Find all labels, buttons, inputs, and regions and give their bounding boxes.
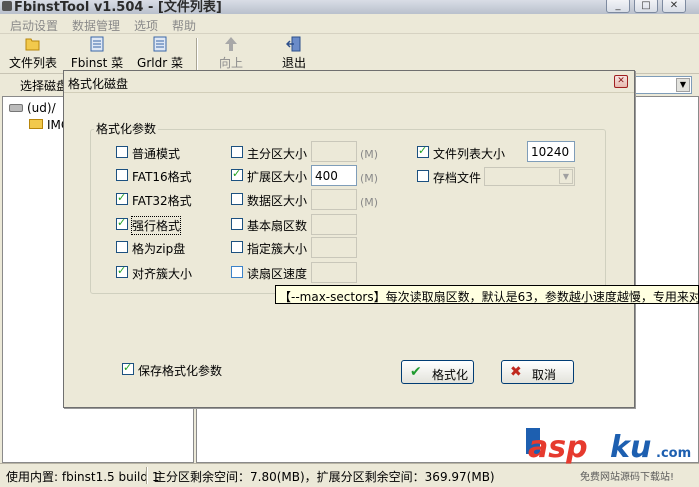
exit-button[interactable]: 退出 [278, 36, 310, 72]
up-label: 向上 [218, 56, 243, 70]
checkbox-box[interactable] [417, 170, 429, 182]
checkbox-box[interactable] [116, 169, 128, 181]
cancel-button-label: 取消 [532, 368, 557, 382]
checkbox-force-format[interactable]: 强行格式 [116, 216, 226, 235]
fbinst-menu-button[interactable]: Fbinst 菜单 [66, 36, 128, 87]
checkbox-box[interactable] [231, 218, 243, 230]
primary-size-field[interactable] [311, 141, 357, 162]
checkbox-box[interactable] [231, 146, 243, 158]
checkbox-box[interactable] [231, 193, 243, 205]
checkbox-box[interactable] [116, 146, 128, 158]
menu-bar: 启动设置 数据管理 选项 帮助 [0, 14, 699, 34]
watermark-subtitle: 免费网站源码下载站! [580, 472, 675, 483]
menu-list-icon [90, 36, 104, 52]
folder-icon [29, 119, 43, 129]
cluster-size-field[interactable] [311, 237, 357, 258]
drive-icon [9, 104, 23, 112]
format-dialog: 格式化磁盘 ✕ 格式化参数 普通模式 FAT16格式 FAT32格式 强行格式 … [63, 70, 635, 408]
status-divider [146, 467, 148, 484]
up-button[interactable]: 向上 [214, 36, 248, 72]
toolbar-separator [196, 38, 198, 70]
window-titlebar: FbinstTool v1.504 - [文件列表] _ □ ✕ [0, 0, 699, 14]
checkbox-box[interactable] [231, 266, 243, 278]
base-sectors-field[interactable] [311, 214, 357, 235]
disk-select[interactable]: ▼ [626, 76, 692, 94]
checkbox-fat16[interactable]: FAT16格式 [116, 167, 226, 184]
checkbox-box[interactable] [116, 191, 128, 205]
checkbox-normal-mode[interactable]: 普通模式 [116, 144, 226, 161]
checkbox-align-cluster[interactable]: 对齐簇大小 [116, 264, 226, 281]
menu-list-icon [153, 36, 167, 52]
checkbox-box[interactable] [116, 241, 128, 253]
tree-node-root-label: (ud)/ [27, 101, 56, 115]
format-button-label: 格式化 [432, 368, 469, 382]
menu-data-management[interactable]: 数据管理 [72, 17, 120, 34]
menu-boot-settings[interactable]: 启动设置 [10, 17, 58, 34]
chevron-down-icon[interactable]: ▼ [676, 78, 690, 92]
checkbox-box[interactable] [116, 264, 128, 278]
tree-node-root[interactable]: (ud)/ [9, 101, 56, 115]
checkbox-cluster-size[interactable]: 指定簇大小 [231, 239, 311, 256]
checkbox-read-speed[interactable]: 读扇区速度 [231, 264, 311, 281]
format-params-group-label: 格式化参数 [94, 120, 159, 137]
maximize-button[interactable]: □ [634, 0, 658, 13]
extended-size-unit: (M) [360, 172, 379, 185]
chevron-down-icon[interactable]: ▼ [559, 169, 573, 184]
status-builtin: 使用内置: fbinst1.5 build 1 [6, 470, 160, 484]
checkbox-fat32[interactable]: FAT32格式 [116, 191, 226, 208]
read-speed-field[interactable] [311, 262, 357, 283]
checkbox-box[interactable] [122, 361, 134, 375]
checkmark-icon: ✔ [410, 364, 422, 380]
file-list-label: 文件列表 [8, 56, 57, 70]
checkbox-archive-file[interactable]: 存档文件 [417, 168, 487, 185]
format-button[interactable]: ✔ 格式化 [401, 360, 474, 384]
cross-icon: ✖ [510, 364, 522, 380]
status-space: 主分区剩余空间：7.80(MB)，扩展分区剩余空间：369.97(MB) [154, 470, 495, 484]
grldr-menu-button[interactable]: Grldr 菜单 [132, 36, 188, 87]
dialog-close-button[interactable]: ✕ [614, 75, 628, 88]
file-list-button[interactable]: 文件列表 [6, 36, 60, 72]
exit-label: 退出 [281, 56, 306, 70]
extended-size-field[interactable]: 400 [311, 165, 357, 186]
up-arrow-icon [225, 37, 237, 51]
window-close-button[interactable]: ✕ [662, 0, 686, 13]
exit-door-icon [286, 36, 301, 52]
checkbox-base-sectors[interactable]: 基本扇区数 [231, 216, 311, 233]
watermark-suffix: .com [656, 446, 692, 461]
archive-file-select[interactable]: ▼ [484, 167, 575, 186]
watermark-logo: asp ku .com 免费网站源码下载站! [526, 426, 699, 484]
checkbox-primary-size[interactable]: 主分区大小 [231, 144, 311, 161]
checkbox-zip-disk[interactable]: 格为zip盘 [116, 239, 226, 256]
data-size-field[interactable] [311, 189, 357, 210]
checkbox-box[interactable] [231, 167, 243, 181]
checkbox-extended-size[interactable]: 扩展区大小 [231, 167, 311, 184]
checkbox-data-size[interactable]: 数据区大小 [231, 191, 311, 208]
app-icon [2, 1, 12, 11]
disk-label: 选择磁盘 [20, 79, 69, 93]
window-title: FbinstTool v1.504 - [文件列表] [14, 0, 222, 14]
checkbox-box[interactable] [231, 241, 243, 253]
checkbox-box[interactable] [116, 216, 128, 230]
cancel-button[interactable]: ✖ 取消 [501, 360, 574, 384]
watermark-tld: ku [610, 430, 652, 465]
minimize-button[interactable]: _ [606, 0, 630, 13]
toolbar: 文件列表 Fbinst 菜单 Grldr 菜单 向上 退出 [0, 34, 699, 87]
dialog-titlebar: 格式化磁盘 ✕ [64, 71, 634, 93]
checkbox-save-params[interactable]: 保存格式化参数 [122, 361, 242, 378]
checkbox-file-list-size[interactable]: 文件列表大小 [417, 144, 527, 161]
folder-open-icon [25, 38, 40, 51]
dialog-title: 格式化磁盘 [68, 77, 129, 91]
watermark-brand: asp [528, 430, 588, 465]
data-size-unit: (M) [360, 196, 379, 209]
menu-options[interactable]: 选项 [134, 17, 158, 34]
max-sectors-tooltip: 【--max-sectors】每次读取扇区数，默认是63，参数越小速度越慢，专用… [275, 285, 699, 304]
checkbox-box[interactable] [417, 144, 429, 158]
primary-size-unit: (M) [360, 148, 379, 161]
file-list-size-field[interactable]: 10240 [527, 141, 575, 162]
menu-help[interactable]: 帮助 [172, 17, 196, 34]
